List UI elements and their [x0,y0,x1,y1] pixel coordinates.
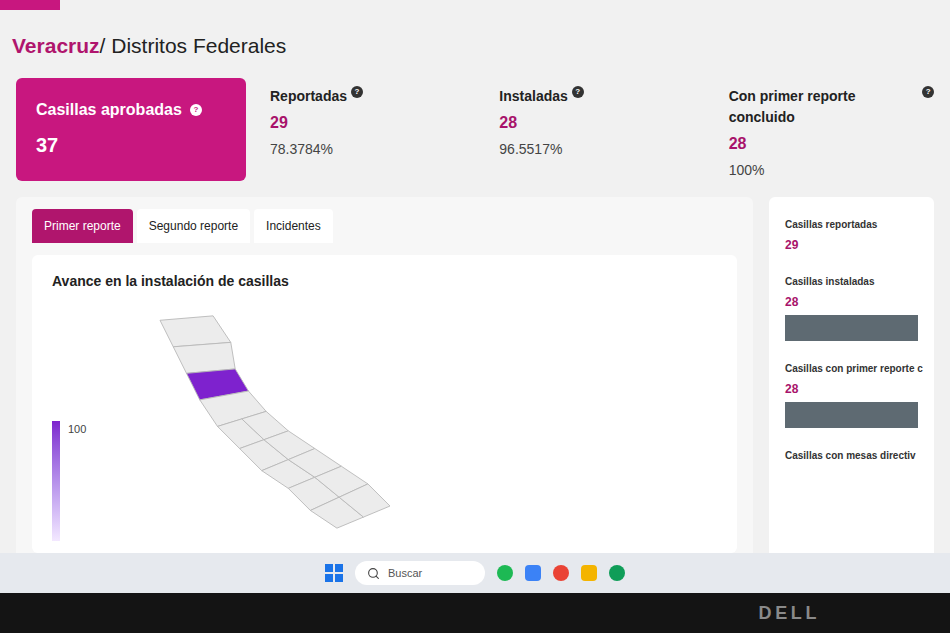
side-item-label: Casillas con mesas directiv [785,448,918,463]
screen: Veracruz/ Distritos FederalesCasillas ap… [0,0,950,593]
top-nav [0,0,950,10]
tab[interactable]: Incidentes [254,209,333,243]
legend-max: 100 [68,421,86,438]
side-item: Casillas instaladas 28 [785,274,918,341]
stat-label: Reportadas [270,86,347,107]
side-item-value: 28 [785,380,918,398]
map-card: Avance en la instalación de casillas 100 [32,255,737,554]
search-icon [367,567,380,580]
app-icon[interactable] [581,565,597,581]
legend-gradient [52,421,60,541]
side-item-label: Casillas con primer reporte c [785,361,918,376]
taskbar: Buscar [0,553,950,593]
monitor: Veracruz/ Distritos FederalesCasillas ap… [0,0,950,633]
stat-percent: 100% [729,160,934,181]
app-icon[interactable] [609,565,625,581]
app-icon[interactable] [553,565,569,581]
side-item-label: Casillas reportadas [785,217,918,232]
content: Primer reporteSegundo reporteIncidentes A… [0,181,950,554]
tab[interactable]: Segundo reporte [137,209,250,243]
stat-value: 29 [270,111,475,135]
side-item-value: 28 [785,293,918,311]
breadcrumb-state[interactable]: Veracruz [12,30,100,62]
side-item-label: Casillas instaladas [785,274,918,289]
district[interactable] [339,484,390,517]
map-legend: 100 [52,421,86,545]
breadcrumb: Veracruz/ Distritos Federales [0,10,950,78]
district[interactable] [174,342,236,373]
help-icon[interactable]: ? [190,104,202,116]
side-item-value: 29 [785,236,918,254]
app-icon[interactable] [497,565,513,581]
stat-value: 28 [729,132,934,156]
monitor-bezel: DELL [0,593,950,633]
district[interactable] [160,316,231,347]
side-item: Casillas con primer reporte c 28 [785,361,918,428]
help-icon[interactable]: ? [572,86,584,98]
stat-label: Instaladas [499,86,567,107]
stat: Instaladas? 28 96.5517% [499,78,704,181]
tab[interactable]: Primer reporte [32,209,133,243]
stat-label: Con primer reporte concluido [729,86,919,128]
district-map [110,307,440,537]
stat-percent: 78.3784% [270,139,475,160]
approved-card: Casillas aprobadas? 37 [16,78,246,181]
approved-label: Casillas aprobadas [36,98,182,122]
approved-value: 37 [36,130,226,160]
search-placeholder: Buscar [388,565,422,582]
windows-icon[interactable] [325,564,343,582]
stat-percent: 96.5517% [499,139,704,160]
stat-value: 28 [499,111,704,135]
brand-logo: DELL [759,600,820,627]
breadcrumb-section: / Distritos Federales [100,30,287,62]
side-panel: Casillas reportadas 29 Casillas instaladas… [769,197,934,554]
side-item: Casillas con mesas directiv [785,448,918,463]
taskbar-search[interactable]: Buscar [355,561,485,586]
main-panel: Primer reporteSegundo reporteIncidentes A… [16,197,753,554]
help-icon[interactable]: ? [351,86,363,98]
tab-bar: Primer reporteSegundo reporteIncidentes [32,209,737,243]
stat: Reportadas? 29 78.3784% [270,78,475,181]
stat: Con primer reporte concluido? 28 100% [729,78,934,181]
side-item-bar [785,402,918,428]
side-item: Casillas reportadas 29 [785,217,918,254]
side-item-bar [785,315,918,341]
stats-row: Casillas aprobadas? 37 Reportadas? 29 78.378… [0,78,950,181]
help-icon[interactable]: ? [922,86,934,98]
map-title: Avance en la instalación de casillas [52,271,717,292]
app-icon[interactable] [525,565,541,581]
